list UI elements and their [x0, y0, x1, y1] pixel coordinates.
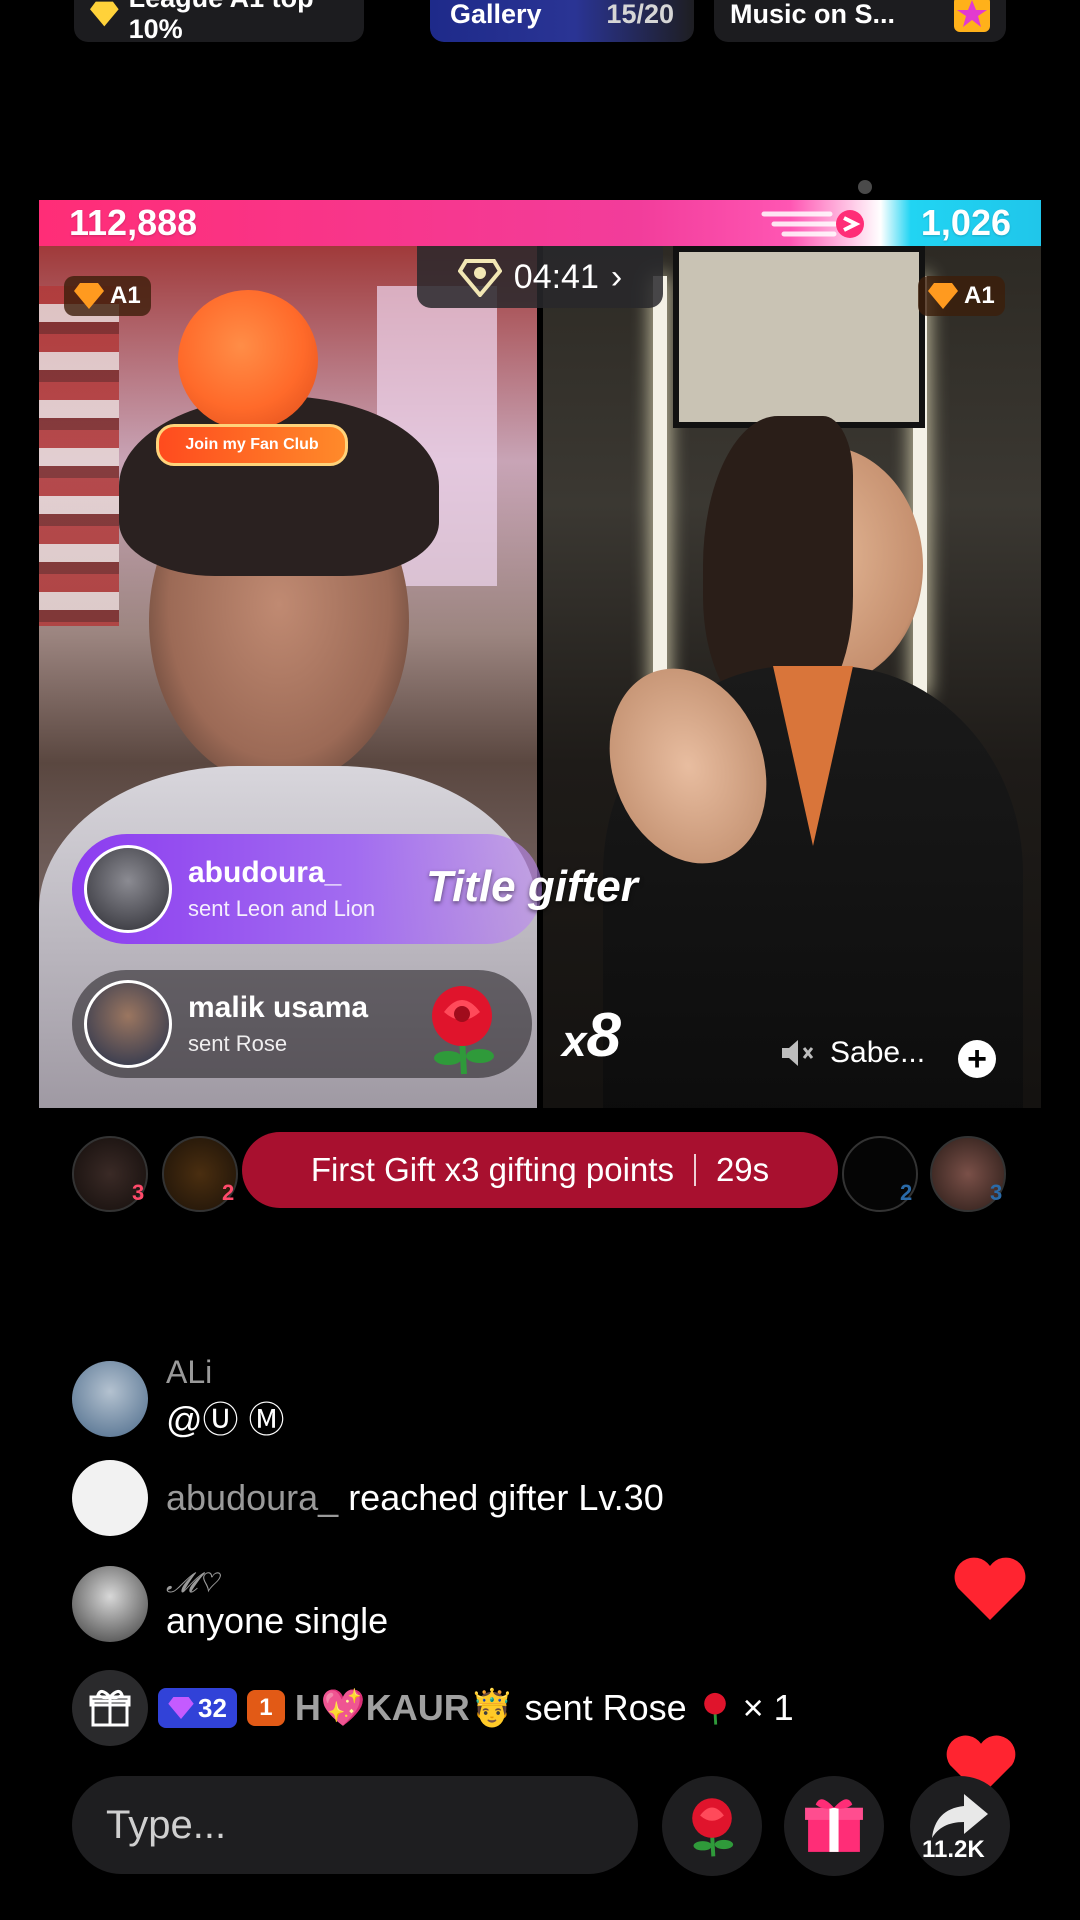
chat-username[interactable]: 𝓜♡	[166, 1567, 388, 1600]
battle-flame-icon	[761, 210, 864, 238]
wall-frame	[673, 246, 925, 428]
divider	[693, 1154, 696, 1186]
chat-username[interactable]: abudoura_	[166, 1477, 338, 1518]
rose-icon	[432, 986, 494, 1075]
rose-gift-button[interactable]	[662, 1776, 762, 1876]
music-star-icon	[954, 0, 990, 32]
trophy-diamond-icon	[457, 259, 502, 297]
contributor-count: 2	[222, 1180, 235, 1205]
avatar[interactable]	[72, 1566, 148, 1642]
mute-icon	[782, 1040, 814, 1066]
curtain-bg	[39, 286, 119, 626]
ticker-count: × 1	[742, 1687, 794, 1728]
chat-message[interactable]: ALi @Ⓤ Ⓜ	[72, 1354, 285, 1443]
combo-count: 8	[586, 1001, 621, 1070]
first-gift-banner[interactable]: First Gift x3 gifting points 29s	[242, 1132, 838, 1208]
purple-diamond-icon	[168, 1697, 194, 1719]
first-gift-countdown: 29s	[715, 1151, 770, 1188]
chat-message[interactable]: abudoura_ reached gifter Lv.30	[72, 1460, 664, 1536]
gift-ticker: 32 1 H💖KAUR🤴 sent Rose × 1	[72, 1670, 794, 1746]
right-league-badge[interactable]: A1	[918, 276, 1005, 316]
right-score: 1,026	[920, 202, 1011, 243]
battle-score-bar: 112,888 1,026	[39, 200, 1041, 246]
league-label: League A1 top 10%	[128, 0, 314, 44]
battle-timer[interactable]: 04:41 ›	[417, 246, 663, 308]
combo-prefix: x	[562, 1017, 587, 1066]
gift-sender: malik usama	[188, 991, 369, 1024]
orange-diamond-icon	[74, 283, 104, 309]
avatar[interactable]	[84, 980, 172, 1068]
gallery-count: 15/20	[606, 0, 674, 29]
share-arrow-icon	[932, 1794, 988, 1838]
heart-icon	[954, 1557, 1026, 1620]
indicator-dot	[858, 180, 872, 194]
left-badge-label: A1	[110, 282, 141, 309]
guest-video-right[interactable]	[543, 246, 1041, 1108]
chat-text: anyone single	[166, 1599, 389, 1641]
diamond-icon	[90, 1, 119, 27]
music-label: Music on S...	[730, 0, 896, 29]
fan-club-mascot	[178, 290, 318, 430]
contributor-count: 3	[990, 1180, 1003, 1205]
led-light	[653, 276, 667, 696]
gift-box-icon	[89, 1690, 131, 1727]
gallery-pill[interactable]: Gallery 15/20	[430, 0, 694, 42]
chevron-right-icon: ›	[610, 257, 623, 296]
ticker-action: sent Rose	[524, 1687, 687, 1728]
follow-plus-button[interactable]: +	[958, 1040, 996, 1078]
avatar[interactable]	[72, 1460, 148, 1536]
gift-sender: abudoura_	[188, 856, 342, 889]
rose-icon	[692, 1798, 734, 1857]
timer-value: 04:41	[513, 257, 599, 296]
gift-button[interactable]	[784, 1776, 884, 1876]
rose-icon	[703, 1692, 726, 1725]
chat-message[interactable]: 𝓜♡ anyone single	[72, 1566, 388, 1642]
rank-badge: 1	[246, 1690, 285, 1726]
contributor-count: 2	[900, 1180, 913, 1205]
gifter-level-badge: 32	[158, 1688, 237, 1728]
gift-history-button[interactable]	[72, 1670, 148, 1746]
right-badge-label: A1	[964, 282, 995, 309]
host-hair	[119, 396, 439, 576]
gift-description: sent Leon and Lion	[188, 896, 376, 921]
left-league-badge[interactable]: A1	[64, 276, 151, 316]
join-fan-club-button[interactable]: Join my Fan Club	[156, 424, 348, 466]
comment-input[interactable]: Type...	[72, 1776, 638, 1874]
avatar[interactable]	[84, 845, 172, 933]
gift-description: sent Rose	[188, 1031, 288, 1056]
gift-combo: x8	[562, 1000, 621, 1071]
contributor-count: 3	[132, 1180, 145, 1205]
share-count: 11.2K	[922, 1836, 985, 1863]
league-pill[interactable]: League A1 top 10%	[74, 0, 364, 44]
first-gift-text: First Gift x3 gifting points	[310, 1151, 674, 1188]
music-pill[interactable]: Music on S...	[714, 0, 1006, 42]
avatar[interactable]	[72, 1360, 148, 1437]
orange-diamond-icon	[928, 283, 958, 309]
gifter-level: 32	[198, 1692, 227, 1723]
guest-name: Sabe...	[830, 1036, 926, 1069]
gift-box-icon	[805, 1799, 863, 1852]
chat-text: @Ⓤ Ⓜ	[166, 1399, 285, 1440]
gallery-label: Gallery	[450, 0, 542, 29]
chat-text: reached gifter Lv.30	[348, 1477, 664, 1518]
ticker-username[interactable]: H💖KAUR🤴	[295, 1687, 515, 1729]
title-gifter-label: Title gifter	[426, 862, 638, 911]
guest-audio-label[interactable]: Sabe...	[780, 1036, 925, 1070]
chat-username[interactable]: ALi	[166, 1354, 285, 1391]
left-score: 112,888	[69, 202, 198, 243]
